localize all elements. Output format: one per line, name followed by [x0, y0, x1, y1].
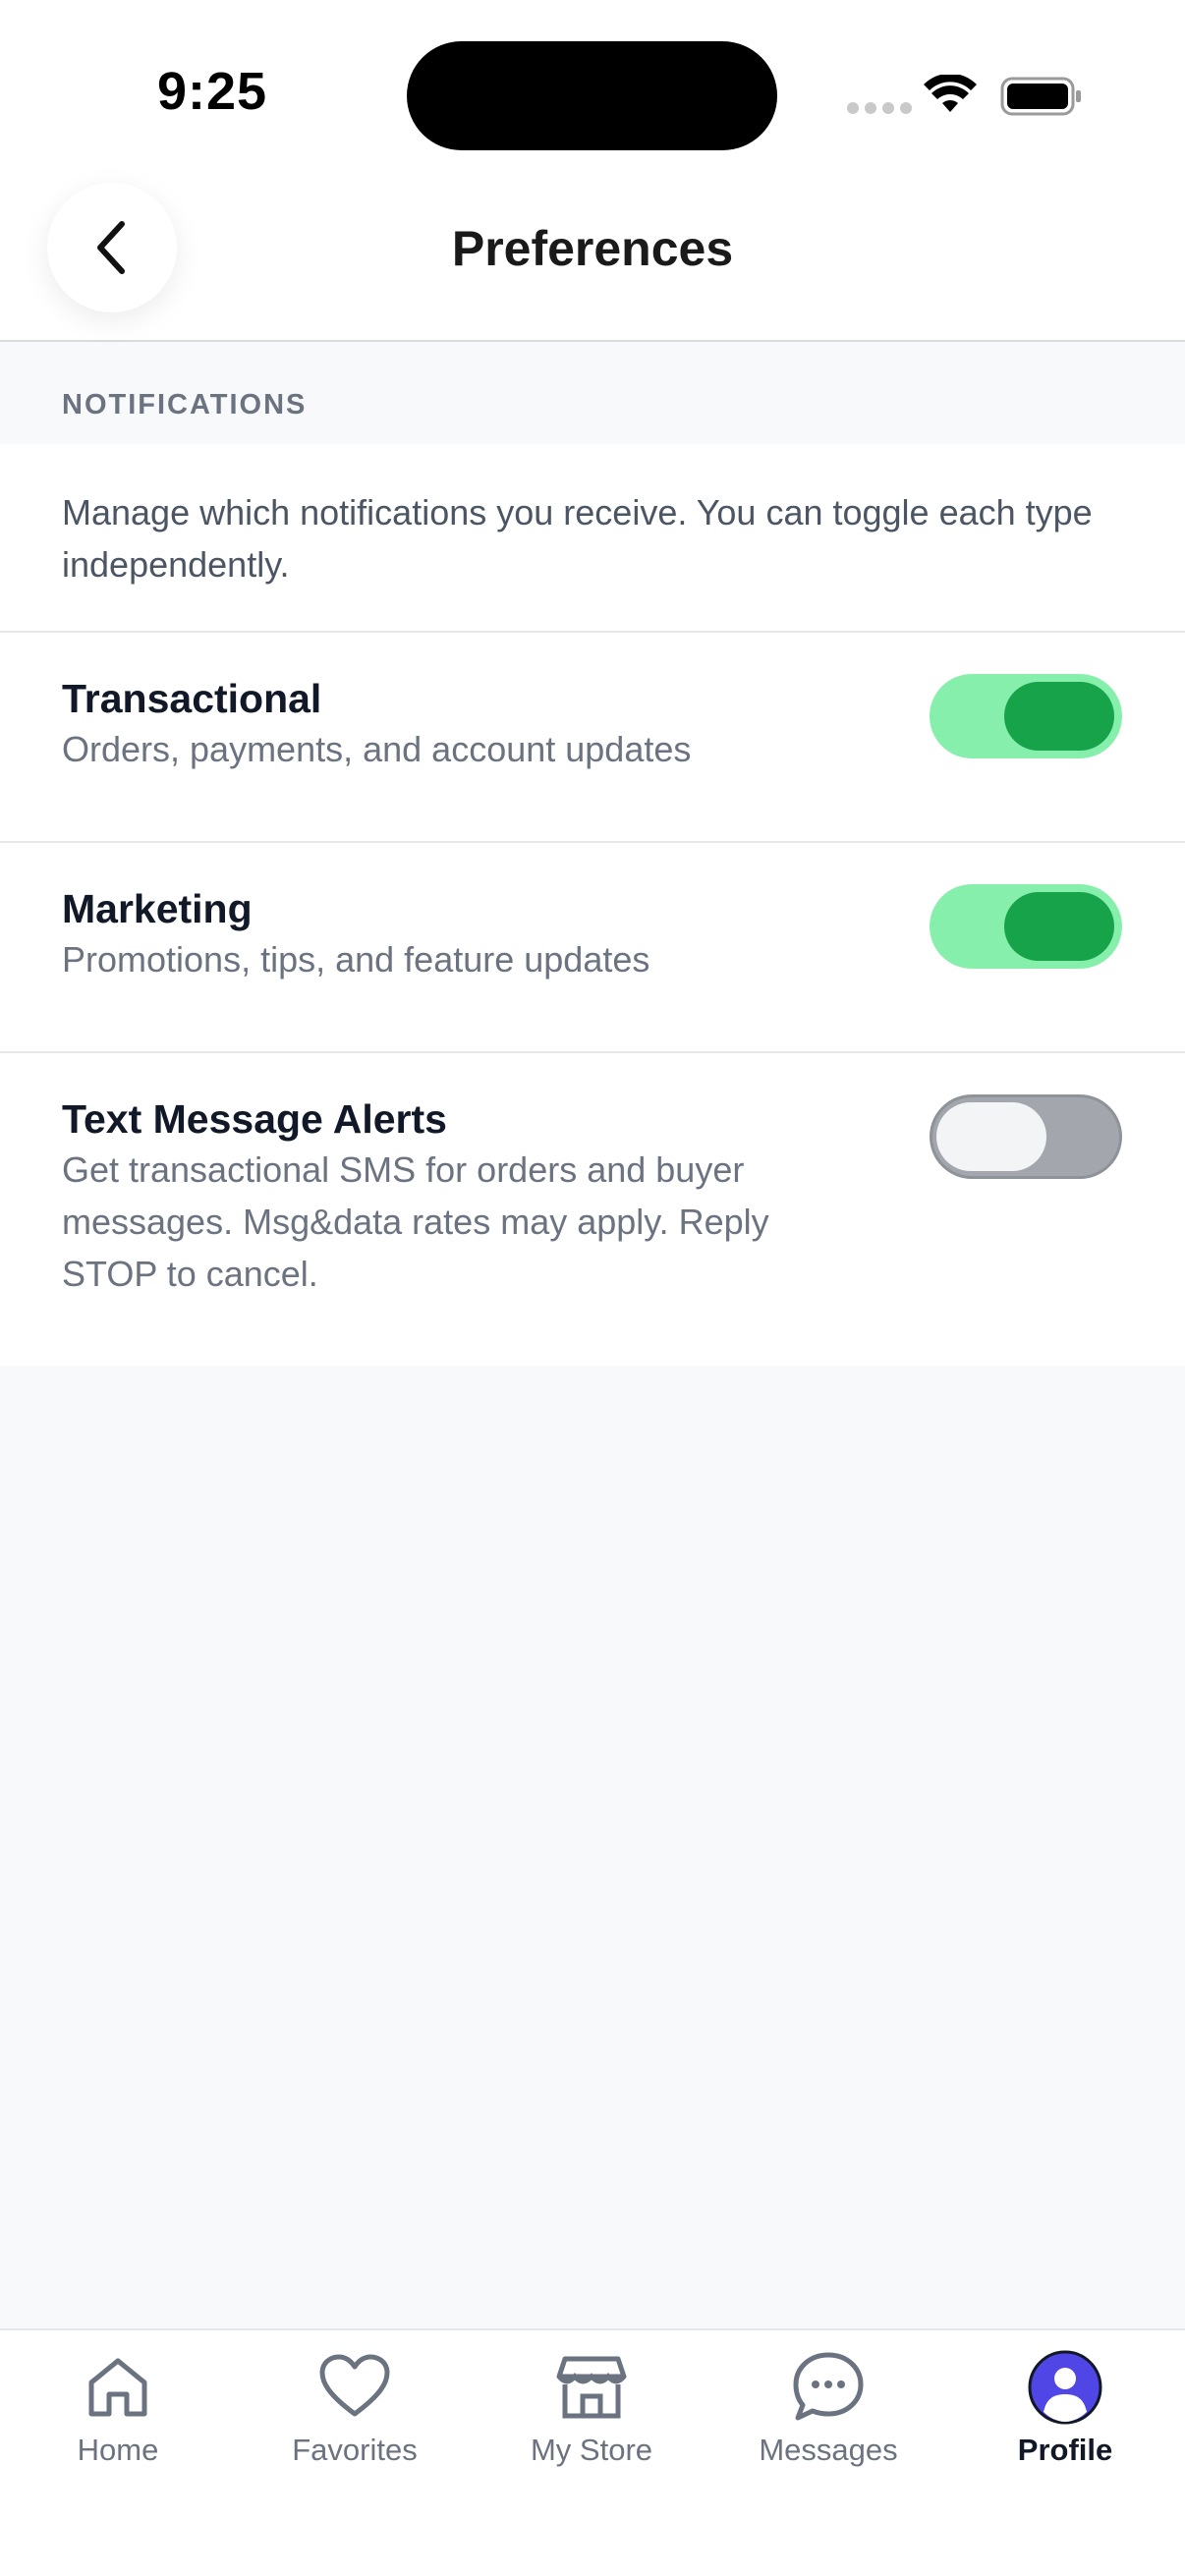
cellular-signal-icon — [847, 102, 912, 114]
toggle-knob — [1004, 682, 1114, 751]
toggle-knob — [936, 1102, 1046, 1171]
preference-description: Orders, payments, and account updates — [62, 729, 692, 769]
page-title: Preferences — [451, 221, 734, 276]
preference-row-sms-alerts: Text Message Alerts Get transactional SM… — [0, 1053, 1185, 1366]
bottom-tab-bar: Home Favorites My Store Messages Profile — [0, 2328, 1185, 2576]
toggle-knob — [1004, 892, 1114, 961]
marketing-toggle[interactable] — [930, 884, 1122, 969]
status-time: 9:25 — [157, 62, 268, 121]
wifi-icon — [924, 75, 977, 112]
navigation-header: Preferences — [0, 183, 1185, 342]
section-header: NOTIFICATIONS — [0, 344, 1185, 444]
store-icon — [556, 2356, 627, 2419]
transactional-toggle[interactable] — [930, 674, 1122, 758]
preference-title: Marketing — [62, 886, 253, 931]
preference-description: Get transactional SMS for orders and buy… — [62, 1149, 769, 1294]
preferences-screen: 9:25 Preferences NOTIFICATIONS Manage wh… — [0, 0, 1185, 2576]
section-label: NOTIFICATIONS — [62, 389, 308, 420]
tab-favorites[interactable]: Favorites — [256, 2348, 453, 2495]
sms-alerts-toggle[interactable] — [930, 1094, 1122, 1179]
dynamic-island — [407, 41, 777, 150]
tab-label: Messages — [759, 2433, 898, 2467]
tab-label: Home — [77, 2433, 159, 2467]
tab-profile[interactable]: Profile — [967, 2348, 1163, 2495]
avatar-icon — [1028, 2350, 1102, 2425]
preference-title: Text Message Alerts — [62, 1096, 447, 1142]
tab-label: Profile — [1017, 2433, 1113, 2467]
home-icon — [88, 2358, 147, 2417]
intro-text: Manage which notifications you receive. … — [62, 492, 1093, 585]
preference-title: Transactional — [62, 676, 322, 721]
preference-description: Promotions, tips, and feature updates — [62, 939, 650, 980]
tab-label: My Store — [530, 2433, 653, 2467]
preference-row-marketing: Marketing Promotions, tips, and feature … — [0, 843, 1185, 1051]
chat-bubble-icon — [793, 2352, 864, 2421]
tab-label: Favorites — [292, 2433, 418, 2467]
preference-row-transactional: Transactional Orders, payments, and acco… — [0, 633, 1185, 841]
tab-messages[interactable]: Messages — [730, 2348, 927, 2495]
heart-icon — [319, 2354, 390, 2417]
battery-icon — [1000, 77, 1081, 116]
tab-my-store[interactable]: My Store — [493, 2348, 690, 2495]
status-bar: 9:25 — [0, 0, 1185, 187]
tab-home[interactable]: Home — [20, 2348, 216, 2495]
notifications-card: Manage which notifications you receive. … — [0, 444, 1185, 1366]
